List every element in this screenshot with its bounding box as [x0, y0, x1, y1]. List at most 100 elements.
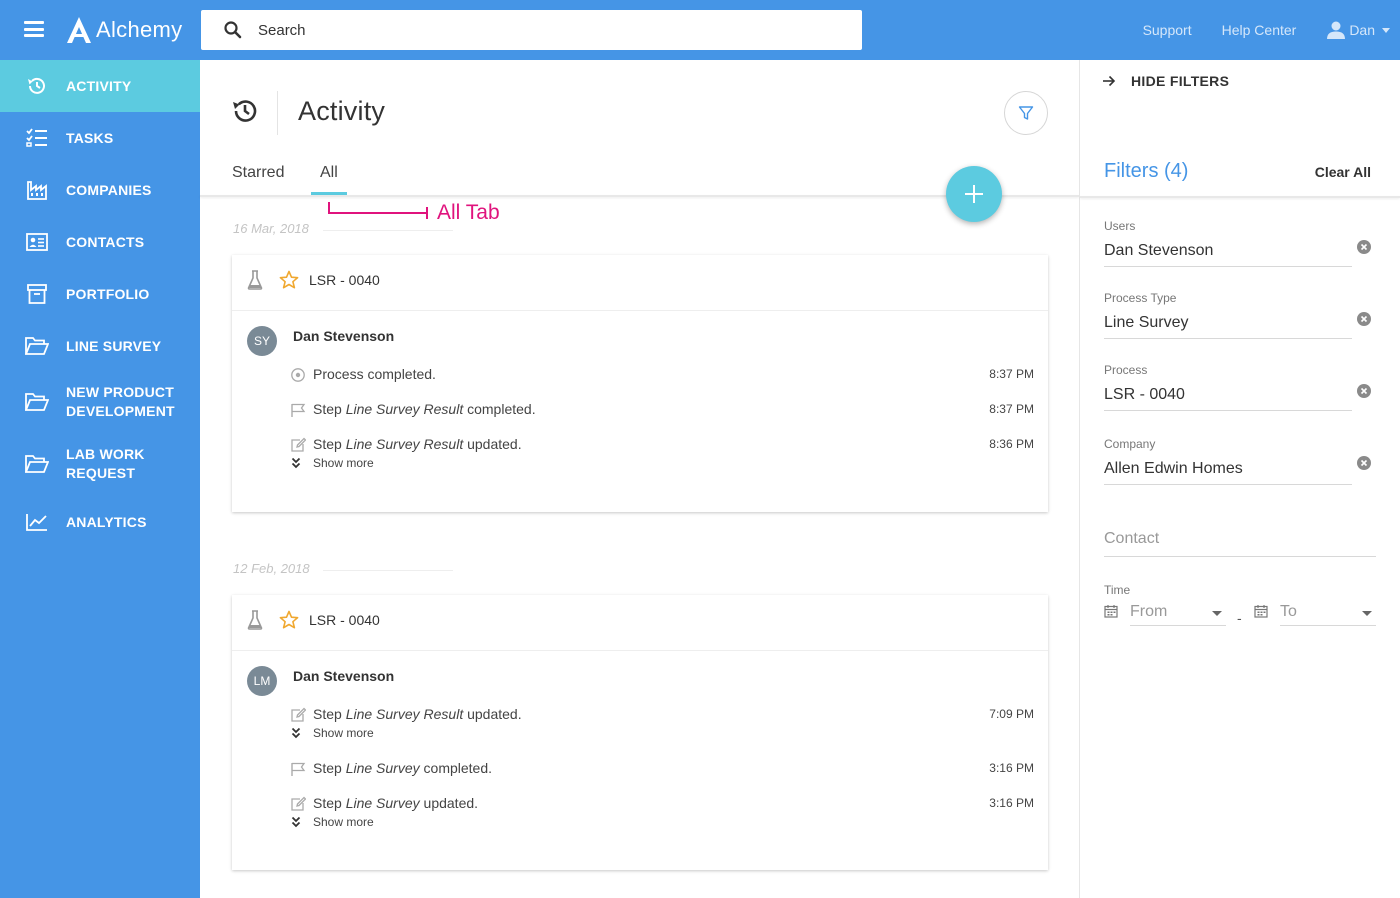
folder-open-icon	[25, 452, 49, 476]
clear-filter-icon[interactable]	[1357, 312, 1371, 326]
author-name: Dan Stevenson	[293, 328, 395, 344]
activity-event: Step Line Survey Result updated. 7:09 PM	[290, 706, 1034, 726]
folder-open-icon	[25, 390, 49, 414]
filter-button[interactable]	[1004, 91, 1048, 135]
filter-company[interactable]: Company Allen Edwin Homes	[1104, 437, 1352, 485]
sidebar: ACTIVITY TASKS COMPANIES CONTACTS PORTFO…	[0, 60, 200, 898]
sidebar-item-analytics[interactable]: ANALYTICS	[0, 496, 200, 548]
event-text-part: Step	[313, 401, 346, 417]
flask-icon	[247, 610, 263, 630]
filter-label: Company	[1104, 437, 1156, 451]
app-name: Alchemy	[96, 17, 183, 42]
search-input[interactable]	[258, 21, 818, 39]
date-divider	[323, 230, 453, 231]
card-title[interactable]: LSR - 0040	[309, 612, 380, 628]
hide-filters-button[interactable]: HIDE FILTERS	[1102, 73, 1229, 89]
show-more-label: Show more	[313, 815, 374, 829]
filter-value[interactable]: Dan Stevenson	[1104, 242, 1352, 267]
contact-filter-input[interactable]: Contact	[1104, 530, 1376, 557]
calendar-icon	[1254, 605, 1268, 618]
user-menu[interactable]: Dan	[1326, 20, 1390, 40]
sidebar-item-label: LAB WORK REQUEST	[66, 445, 145, 483]
date-label: 12 Feb, 2018	[233, 561, 310, 576]
page-title: Activity	[298, 96, 386, 126]
star-icon[interactable]	[279, 270, 299, 290]
show-more-button[interactable]: Show more	[291, 726, 374, 740]
avatar: LM	[247, 666, 277, 696]
tab-all[interactable]: All	[320, 164, 338, 182]
alchemy-logo-icon	[67, 17, 91, 43]
header-divider	[277, 91, 278, 135]
chevron-down-icon	[1382, 27, 1390, 33]
search-bar[interactable]	[201, 10, 862, 50]
activity-event: Step Line Survey completed. 3:16 PM	[290, 760, 1034, 780]
menu-icon[interactable]	[24, 21, 44, 37]
from-select[interactable]: From	[1130, 603, 1226, 626]
from-date-select[interactable]: From	[1104, 603, 1226, 626]
filter-value[interactable]: Line Survey	[1104, 314, 1352, 339]
filter-label: Process Type	[1104, 291, 1177, 305]
date-divider	[323, 570, 453, 571]
event-text-part: updated.	[419, 795, 479, 811]
tab-starred[interactable]: Starred	[232, 164, 284, 182]
edit-icon	[291, 437, 306, 452]
activity-card: LSR - 0040 SY Dan Stevenson Process comp…	[232, 255, 1048, 512]
add-button[interactable]	[946, 166, 1002, 222]
to-select[interactable]: To	[1280, 603, 1376, 626]
avatar: SY	[247, 326, 277, 356]
support-link[interactable]: Support	[1143, 22, 1192, 38]
event-text-part: updated.	[463, 436, 522, 452]
to-date-select[interactable]: To	[1254, 603, 1376, 626]
contact-card-icon	[25, 230, 49, 254]
from-label: From	[1130, 603, 1168, 620]
clear-all-button[interactable]: Clear All	[1315, 164, 1371, 180]
clear-filter-icon[interactable]	[1357, 456, 1371, 470]
card-title[interactable]: LSR - 0040	[309, 272, 380, 288]
event-time: 3:16 PM	[989, 761, 1034, 775]
event-text-part: Step	[313, 795, 346, 811]
filter-process-type[interactable]: Process Type Line Survey	[1104, 291, 1352, 339]
show-more-button[interactable]: Show more	[291, 815, 374, 829]
filter-value[interactable]: LSR - 0040	[1104, 386, 1352, 411]
sidebar-item-contacts[interactable]: CONTACTS	[0, 216, 200, 268]
sidebar-item-line-survey[interactable]: LINE SURVEY	[0, 320, 200, 372]
sidebar-item-companies[interactable]: COMPANIES	[0, 164, 200, 216]
event-step-name: Line Survey Result	[345, 706, 464, 722]
event-step-name: Line Survey Result	[345, 436, 464, 452]
star-icon[interactable]	[279, 610, 299, 630]
flask-icon	[247, 270, 263, 290]
filter-process[interactable]: Process LSR - 0040	[1104, 363, 1352, 411]
circle-dot-icon	[291, 368, 305, 382]
help-center-link[interactable]: Help Center	[1222, 22, 1297, 38]
event-time: 8:37 PM	[989, 367, 1034, 381]
event-text-part: Step	[313, 436, 346, 452]
event-step-name: Line Survey	[345, 795, 420, 811]
label-line-1: LAB WORK	[66, 446, 145, 462]
sidebar-item-label: CONTACTS	[66, 233, 145, 250]
author-name: Dan Stevenson	[293, 668, 395, 684]
sidebar-item-portfolio[interactable]: PORTFOLIO	[0, 268, 200, 320]
checklist-icon	[25, 126, 49, 150]
sidebar-item-new-product-development[interactable]: NEW PRODUCT DEVELOPMENT	[0, 372, 200, 432]
clear-filter-icon[interactable]	[1357, 384, 1371, 398]
activity-event: Process completed. 8:37 PM	[290, 366, 1034, 386]
sidebar-item-lab-work-request[interactable]: LAB WORK REQUEST	[0, 434, 200, 494]
show-more-button[interactable]: Show more	[291, 456, 374, 470]
sidebar-item-tasks[interactable]: TASKS	[0, 112, 200, 164]
user-icon	[1327, 21, 1346, 39]
event-text: Step Line Survey Result completed.	[313, 401, 536, 417]
caret-down-icon	[1212, 611, 1222, 616]
filter-users[interactable]: Users Dan Stevenson	[1104, 219, 1352, 267]
app-logo[interactable]: Alchemy	[66, 14, 182, 46]
label-line-1: NEW PRODUCT	[66, 384, 174, 400]
sidebar-item-activity[interactable]: ACTIVITY	[0, 60, 200, 112]
main-content: Activity Starred All All Tab 16 Mar, 201…	[200, 60, 1079, 898]
annotation-label: All Tab	[437, 201, 500, 224]
event-text-part: completed.	[463, 401, 536, 417]
filter-value[interactable]: Allen Edwin Homes	[1104, 460, 1352, 485]
edit-icon	[291, 707, 306, 722]
clear-filter-icon[interactable]	[1357, 240, 1371, 254]
event-text-part: Step	[313, 760, 346, 776]
date-range-separator: -	[1237, 610, 1242, 626]
search-icon	[224, 21, 242, 39]
